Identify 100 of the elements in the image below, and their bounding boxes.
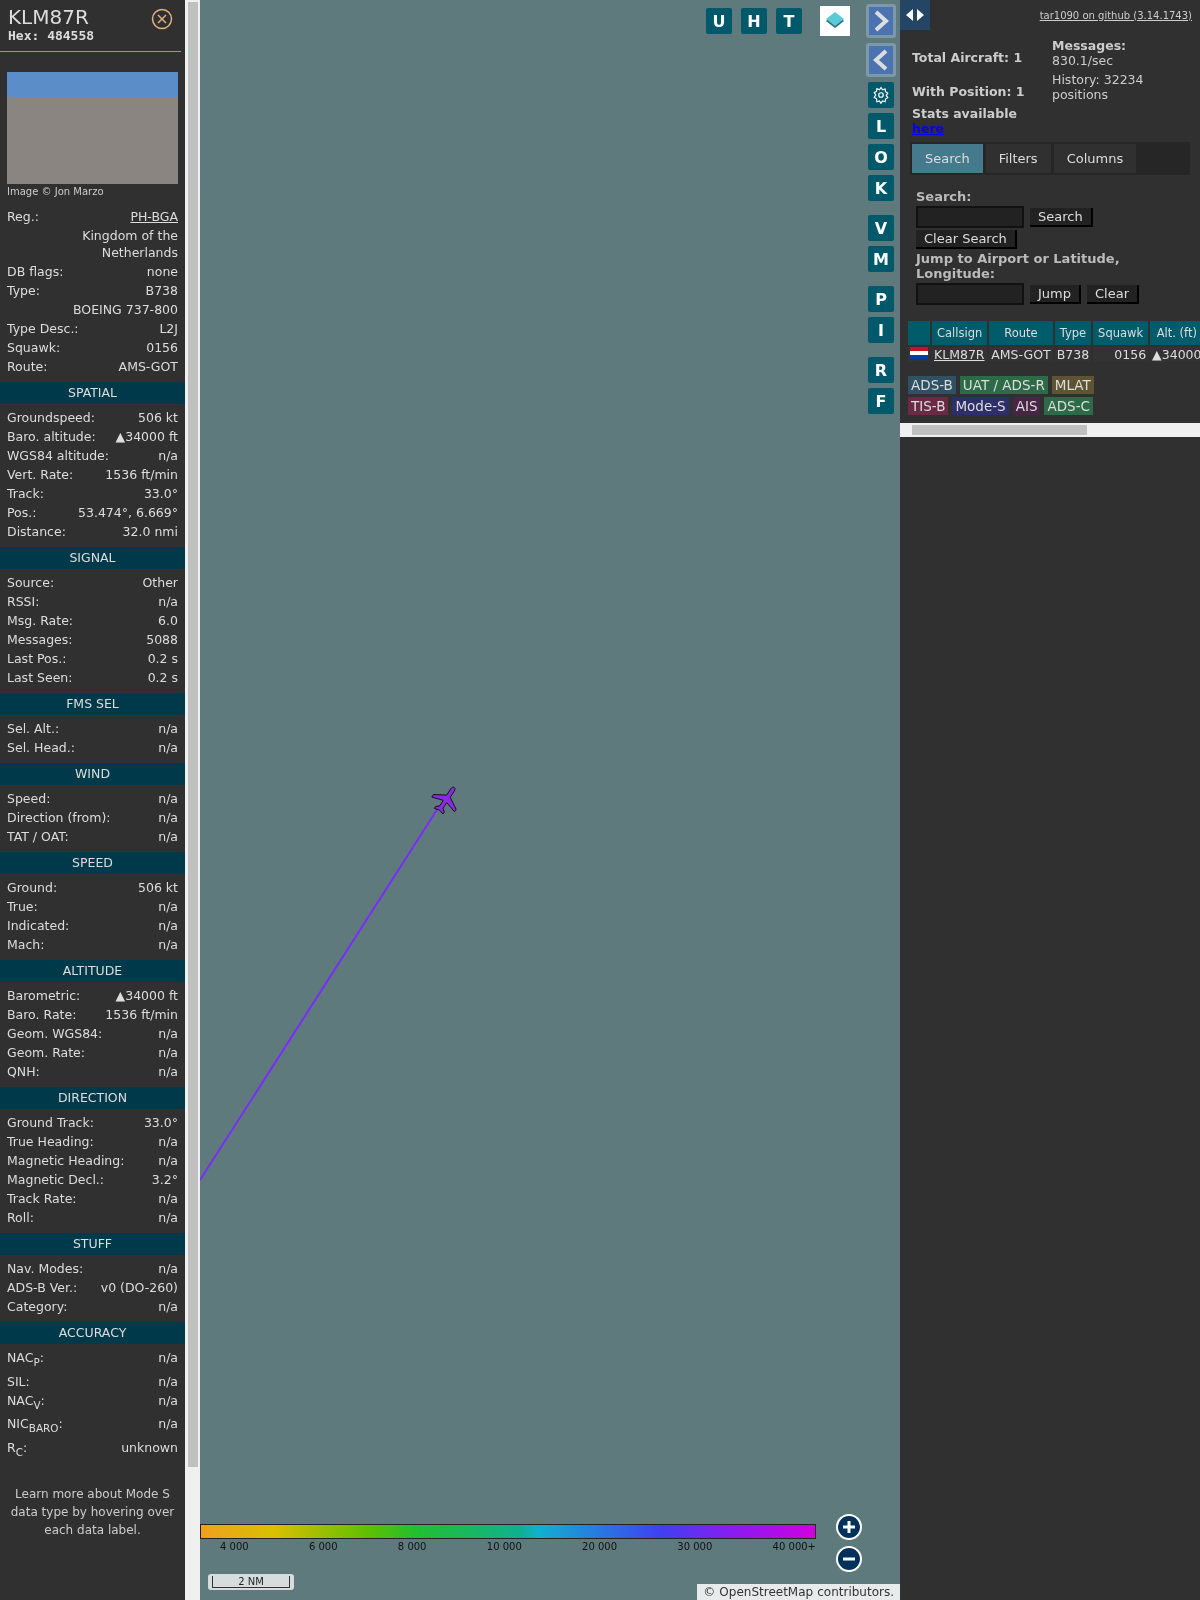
search-button[interactable]: Search <box>1030 207 1093 227</box>
field-value: n/a <box>158 739 178 756</box>
field-label: Indicated: <box>7 917 70 934</box>
field-value: L2J <box>159 320 178 337</box>
field-label: ADS-B Ver.: <box>7 1279 78 1296</box>
clear-search-button[interactable]: Clear Search <box>916 230 1017 249</box>
tab[interactable]: Filters <box>985 144 1051 173</box>
photo-credit: Image © Jon Marzo <box>6 185 105 199</box>
map-toggle-button[interactable]: L <box>868 113 894 139</box>
map-toggle-button[interactable]: H <box>741 8 767 34</box>
hex-code: Hex: 484558 <box>8 28 95 43</box>
altitude-label: 8 000 <box>397 1541 427 1552</box>
github-link[interactable]: tar1090 on github (3.14.1743) <box>1039 9 1192 21</box>
help-note: Learn more about Mode S data type by hovering over each data label. <box>9 1486 176 1539</box>
source-tag: MLAT <box>1051 376 1094 394</box>
table-cell: B738 <box>1054 347 1092 362</box>
field-value: ▲34000 ft <box>115 428 178 445</box>
tab[interactable]: Search <box>912 144 983 173</box>
field-value: n/a <box>158 1063 178 1080</box>
field-value: n/a <box>158 1044 178 1061</box>
copyright-text: © <box>703 1585 716 1599</box>
column-header[interactable]: Type <box>1054 321 1092 345</box>
source-tag: AIS <box>1012 397 1041 415</box>
field-label: True Heading: <box>7 1133 94 1150</box>
field-label: QNH: <box>7 1063 40 1080</box>
map-toggle-button[interactable]: I <box>868 317 894 343</box>
source-tag: Mode-S <box>952 397 1009 415</box>
field-value: ▲34000 ft <box>115 987 178 1004</box>
field-value: 506 kt <box>138 409 178 426</box>
field-label: Baro. altitude: <box>7 428 96 445</box>
field-label: Reg.: <box>7 208 39 225</box>
horizontal-scrollbar[interactable] <box>900 423 1200 437</box>
field-label: Baro. Rate: <box>7 1006 77 1023</box>
field-value: AMS-GOT <box>118 358 178 375</box>
field-value: n/a <box>158 936 178 953</box>
column-header[interactable]: Squawk <box>1093 321 1149 345</box>
section-header: ALTITUDE <box>0 960 185 982</box>
field-value: 1536 ft/min <box>105 466 178 483</box>
map-toggle-button[interactable]: U <box>706 8 732 34</box>
map-toggle-button[interactable]: K <box>868 175 894 201</box>
close-button[interactable] <box>151 8 173 30</box>
collapse-button[interactable] <box>866 43 896 77</box>
field-value: n/a <box>158 1133 178 1150</box>
table-cell: AMS-GOT <box>989 347 1053 362</box>
map-toggle-button[interactable]: F <box>868 388 894 414</box>
altitude-label: 4 000 <box>220 1541 249 1552</box>
field-label: Nav. Modes: <box>7 1260 84 1277</box>
scrollbar[interactable] <box>185 0 200 1600</box>
field-value: 0.2 s <box>147 669 178 686</box>
field-label: Magnetic Heading: <box>7 1152 125 1169</box>
field-label: Messages: <box>7 631 73 648</box>
field-value: unknown <box>121 1438 178 1457</box>
field-label: Last Seen: <box>7 669 73 686</box>
map-toggle-button[interactable]: V <box>868 215 894 241</box>
column-header[interactable]: Callsign <box>932 321 988 345</box>
jump-button[interactable]: Jump <box>1030 284 1081 304</box>
field-label: NAC$_{P}$: <box>7 1349 44 1370</box>
settings-button[interactable] <box>868 82 894 108</box>
field-label: Sel. Alt.: <box>7 720 60 737</box>
section-header: SIGNAL <box>0 547 185 569</box>
map-toggle-button[interactable]: P <box>868 286 894 312</box>
total-aircraft: Total Aircraft: 1 <box>912 50 1023 65</box>
section-header: DIRECTION <box>0 1087 185 1109</box>
close-icon <box>151 8 173 30</box>
field-label: Ground Track: <box>7 1114 94 1131</box>
map-toggle-button[interactable]: M <box>868 246 894 272</box>
layers-button[interactable] <box>820 6 850 36</box>
field-value: 0156 <box>146 339 178 356</box>
aircraft-callsign: KLM87R <box>8 6 90 28</box>
field-value: B738 <box>145 282 178 299</box>
source-tag: ADS-C <box>1044 397 1093 415</box>
map-toggle-button[interactable]: R <box>868 357 894 383</box>
column-header[interactable]: Route <box>989 321 1053 345</box>
map-toggle-button[interactable]: T <box>776 8 802 34</box>
field-value: n/a <box>158 1025 178 1042</box>
field-value: BOEING 737-800 <box>72 301 178 318</box>
registration-link[interactable]: PH-BGA <box>130 208 178 225</box>
field-label: Last Pos.: <box>7 650 67 667</box>
field-value: n/a <box>158 1415 178 1433</box>
settings-icon <box>872 86 890 104</box>
field-value: 33.0° <box>143 1114 178 1131</box>
field-value: n/a <box>158 1260 178 1277</box>
field-value: n/a <box>158 917 178 934</box>
search-label: Search: <box>916 189 973 204</box>
column-header[interactable]: Alt. (ft) <box>1150 321 1200 345</box>
tab[interactable]: Columns <box>1053 144 1137 173</box>
field-value: v0 (DO-260) <box>100 1279 178 1296</box>
openstreetmap-link[interactable]: OpenStreetMap <box>719 1585 814 1599</box>
field-label: Track: <box>7 485 44 502</box>
expand-button[interactable] <box>866 4 896 38</box>
jump-field[interactable] <box>916 283 1024 305</box>
field-value: n/a <box>158 790 178 807</box>
field-value: n/a <box>158 720 178 737</box>
search-field[interactable] <box>916 206 1024 228</box>
zoom-out-button[interactable] <box>836 1546 862 1572</box>
zoom-in-button[interactable] <box>836 1514 862 1540</box>
clear-button[interactable]: Clear <box>1087 284 1139 304</box>
map-toggle-button[interactable]: O <box>868 144 894 170</box>
panel-toggle-button[interactable] <box>900 0 930 30</box>
field-value: 3.2° <box>151 1171 178 1188</box>
